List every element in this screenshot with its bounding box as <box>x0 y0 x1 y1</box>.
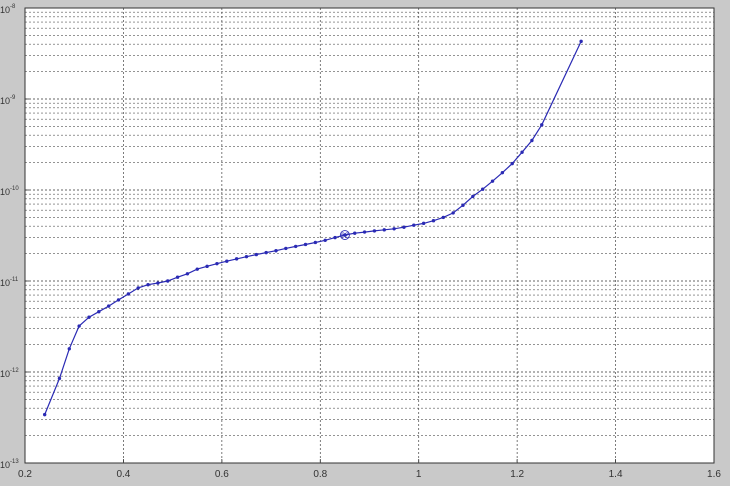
data-point <box>402 225 406 229</box>
data-point <box>136 286 140 290</box>
data-point <box>372 229 377 233</box>
x-tick-label: 1.4 <box>609 469 623 480</box>
data-point <box>57 376 62 381</box>
data-point <box>520 150 524 154</box>
data-point <box>156 281 160 285</box>
data-point <box>42 412 47 417</box>
data-point <box>461 203 465 207</box>
log-line-chart: 62 0.2 0.4 0.6 0.8 1 1.2 1.4 1.6 10-1310-1210-1… <box>0 4 721 480</box>
data-point <box>97 309 101 314</box>
y-tick-base: 10 <box>0 5 10 15</box>
data-point <box>146 283 150 287</box>
data-point <box>510 161 514 166</box>
data-point <box>579 39 583 44</box>
data-point <box>244 254 249 259</box>
data-point <box>471 194 475 199</box>
y-tick-label: 10-9 <box>0 95 16 106</box>
data-point <box>313 240 318 245</box>
annotation-label: 62 <box>341 233 349 240</box>
data-point <box>87 315 91 319</box>
y-tick-exponent: -11 <box>10 277 19 283</box>
y-tick-exponent: -10 <box>10 186 19 192</box>
data-point <box>353 231 357 235</box>
data-point <box>106 304 111 308</box>
data-point <box>421 221 426 226</box>
chart-container: 62 0.2 0.4 0.6 0.8 1 1.2 1.4 1.6 10-13 10-12 10-1… <box>0 0 730 486</box>
data-point <box>382 228 386 232</box>
y-tick-base: 10 <box>0 460 10 470</box>
annotation-layer: 62 <box>339 230 350 240</box>
data-point <box>264 250 268 255</box>
data-point <box>126 292 131 296</box>
y-tick-base: 10 <box>0 96 10 106</box>
data-point <box>480 187 485 191</box>
data-point <box>323 238 327 243</box>
data-point <box>215 261 219 266</box>
data-point <box>530 138 534 143</box>
y-tick-label: 10-12 <box>0 368 19 379</box>
data-point <box>293 244 298 249</box>
data-point <box>392 227 396 231</box>
data-point <box>234 257 239 261</box>
data-point <box>540 123 544 127</box>
y-tick-exponent: -12 <box>10 368 19 374</box>
data-point <box>195 267 199 271</box>
y-tick-label: 10-8 <box>0 4 16 15</box>
x-tick-label: 0.8 <box>313 469 327 480</box>
data-point <box>362 230 367 234</box>
data-point <box>175 275 180 279</box>
data-point <box>77 324 81 328</box>
data-point <box>185 272 190 276</box>
data-point <box>166 279 170 283</box>
y-tick-exponent: -13 <box>10 459 19 465</box>
data-point <box>500 170 505 175</box>
plot-background <box>25 8 714 463</box>
data-point <box>333 235 337 240</box>
y-tick-label: 10-11 <box>0 277 19 288</box>
y-tick-label: 10-13 <box>0 459 19 470</box>
x-tick-label: 1 <box>416 469 422 480</box>
data-point <box>451 211 455 215</box>
y-tick-base: 10 <box>0 369 10 379</box>
data-point <box>116 298 121 302</box>
y-tick-base: 10 <box>0 278 10 288</box>
data-point <box>274 249 278 253</box>
data-point <box>225 259 229 263</box>
data-point <box>205 264 209 269</box>
y-tick-label: 10-10 <box>0 186 19 197</box>
data-point <box>431 218 436 223</box>
data-point <box>284 246 288 251</box>
data-point <box>490 179 495 183</box>
x-tick-label: 0.2 <box>18 469 32 480</box>
data-point <box>254 252 259 257</box>
y-tick-exponent: -8 <box>10 4 16 10</box>
data-point <box>441 215 446 220</box>
data-point <box>412 223 416 227</box>
x-tick-label: 1.2 <box>510 469 524 480</box>
data-point <box>303 242 308 247</box>
x-tick-label: 0.4 <box>116 469 130 480</box>
x-tick-label: 1.6 <box>707 469 721 480</box>
y-tick-exponent: -9 <box>10 95 16 101</box>
y-tick-base: 10 <box>0 187 10 197</box>
x-tick-label: 0.6 <box>215 469 229 480</box>
data-point <box>67 347 71 351</box>
